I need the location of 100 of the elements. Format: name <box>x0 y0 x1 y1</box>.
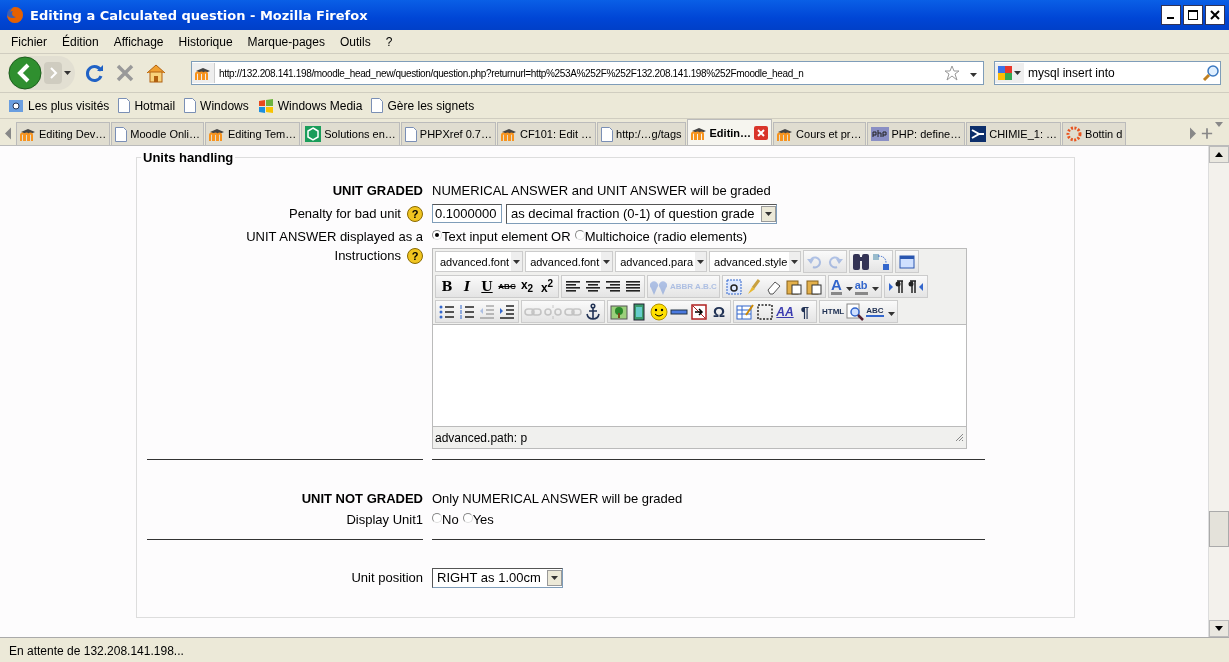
toolbar-button[interactable]: A <box>829 276 854 297</box>
browser-tab[interactable]: CF101: Edit … <box>496 122 597 145</box>
browser-tab[interactable]: PHPXref 0.7… <box>400 122 496 145</box>
scrollbar-thumb[interactable] <box>1209 511 1229 547</box>
menu-item[interactable]: Outils <box>339 34 371 49</box>
toolbar-button[interactable]: ABC <box>865 301 896 322</box>
scroll-up-icon <box>1215 152 1223 157</box>
menu-item[interactable]: Historique <box>178 34 233 49</box>
field-label: UNIT NOT GRADED <box>301 491 423 506</box>
address-bar[interactable]: http://132.208.141.198/moodle_head_new/question/question.php?returnurl=http%253A%252F%252F132.208.141.198%252Fmoodle_head_n <box>191 61 984 85</box>
binoculars-icon <box>852 252 871 271</box>
clipboard-icon <box>784 277 803 296</box>
toolbar-dropdown[interactable]: advanced.para <box>615 251 708 272</box>
back-button[interactable] <box>8 56 42 90</box>
picture-icon <box>610 302 628 321</box>
rtl-icon <box>906 277 925 296</box>
browser-tab[interactable]: Editing Dev… <box>16 122 111 145</box>
bookmark-link[interactable]: Windows Media <box>277 98 363 113</box>
toolbar-button[interactable] <box>845 301 866 322</box>
close-button[interactable] <box>1205 5 1225 25</box>
toolbar-button[interactable]: x$^{2}$ <box>537 276 557 297</box>
windows-flag-icon <box>257 97 274 114</box>
smiley-icon <box>650 302 668 321</box>
menu-item[interactable]: Affichage <box>113 34 164 49</box>
select-dropdown[interactable]: as decimal fraction (0-1) of question grade <box>506 203 777 224</box>
moodle-logo-icon <box>500 127 517 141</box>
page-icon <box>371 98 384 113</box>
window-title: Editing a Calculated question - Mozilla Firefox <box>30 7 369 23</box>
field-label: Instructions <box>334 248 401 263</box>
browser-tab[interactable]: PHP: define… <box>866 122 966 145</box>
browser-tab[interactable]: Bottin d <box>1062 122 1127 145</box>
page-icon <box>118 98 131 113</box>
menu-item[interactable]: Fichier <box>11 34 47 49</box>
radio-label: Yes <box>472 512 494 527</box>
browser-tab[interactable]: Editin… <box>686 119 773 145</box>
minimize-button[interactable] <box>1161 5 1181 25</box>
browser-tab[interactable]: Cours et pr… <box>773 122 866 145</box>
resize-grip-icon[interactable] <box>955 433 964 442</box>
toolbar-button[interactable] <box>851 251 872 272</box>
dropdown-arrow-icon <box>791 259 799 264</box>
php-logo-icon <box>870 127 889 141</box>
search-icon[interactable] <box>1202 64 1220 82</box>
help-button[interactable]: ? <box>407 205 423 222</box>
toolbar-button[interactable]: ab <box>853 276 880 297</box>
menu-item[interactable]: ? <box>385 34 393 49</box>
bookmark-link[interactable]: Les plus visités <box>28 98 110 113</box>
dropdown-arrow-icon <box>871 287 879 291</box>
radio-button[interactable] <box>462 512 473 523</box>
bookmark-link[interactable]: Windows <box>200 98 249 113</box>
toolbar-dropdown[interactable]: advanced.font <box>525 251 614 272</box>
anchor-icon <box>584 302 602 321</box>
toolbar-button[interactable] <box>755 301 775 322</box>
toolbar-button[interactable] <box>649 301 669 322</box>
close-icon <box>757 128 766 137</box>
moodle-logo-icon <box>777 127 794 141</box>
toolbar-button[interactable]: U <box>477 276 497 297</box>
dropdown-arrow-icon <box>603 259 611 264</box>
dropdown-arrow-icon <box>550 575 558 580</box>
toolbar-button[interactable]: B <box>437 276 457 297</box>
reload-button[interactable] <box>85 63 105 83</box>
arrow-logo-icon <box>970 126 987 142</box>
radio-button[interactable] <box>432 229 442 240</box>
home-button[interactable] <box>145 63 167 83</box>
menu-item[interactable]: Édition <box>62 34 99 49</box>
dropdown-arrow-icon <box>64 71 71 75</box>
close-tab-button[interactable] <box>754 125 769 140</box>
toolbar-dropdown[interactable]: advanced.font <box>435 251 524 272</box>
penalty-input[interactable]: 0.1000000 <box>432 204 502 223</box>
radio-button[interactable] <box>574 229 585 240</box>
toolbar-dropdown[interactable]: advanced.style <box>709 251 802 272</box>
toolbar-button[interactable]: AA <box>775 301 795 322</box>
toolbar-button[interactable] <box>689 301 709 322</box>
toolbar-button[interactable]: HTML <box>821 301 846 322</box>
help-button[interactable]: ? <box>407 248 423 264</box>
browser-tab[interactable]: Solutions en… <box>301 122 400 145</box>
browser-tab[interactable]: Moodle Onli… <box>111 122 204 145</box>
menu-item[interactable]: Marque-pages <box>247 34 325 49</box>
search-field[interactable]: mysql insert into <box>994 61 1221 85</box>
dropdown-arrow-icon <box>970 72 977 77</box>
radio-button[interactable] <box>432 512 442 523</box>
browser-tab[interactable]: http:/…g/tags <box>597 122 686 145</box>
toolbar-button[interactable]: x$_{2}$ <box>517 276 537 297</box>
scrollbar[interactable] <box>1208 146 1229 637</box>
toolbar-button[interactable]: Ω <box>709 301 729 322</box>
moodle-logo-icon <box>690 125 707 140</box>
toolbar-button[interactable]: I <box>457 276 477 297</box>
browser-tab[interactable]: Editing Tem… <box>204 122 301 145</box>
select-dropdown[interactable]: RIGHT as 1.00cm <box>432 567 563 588</box>
page-icon <box>404 126 417 142</box>
bookmark-link[interactable]: Gère les signets <box>387 98 475 113</box>
field-label: Display Unit1 <box>346 512 423 527</box>
table-icon <box>736 302 754 321</box>
toolbar-button[interactable] <box>583 301 603 322</box>
toolbar-button[interactable]: ¶ <box>795 301 815 322</box>
bookmark-link[interactable]: Hotmail <box>134 98 176 113</box>
boxarrow-icon <box>690 302 708 321</box>
brokenchain-icon <box>544 302 562 321</box>
browser-tab[interactable]: CHIMIE_1: … <box>966 122 1062 145</box>
toolbar-button[interactable]: ABC <box>497 276 517 297</box>
maximize-button[interactable] <box>1183 5 1203 25</box>
